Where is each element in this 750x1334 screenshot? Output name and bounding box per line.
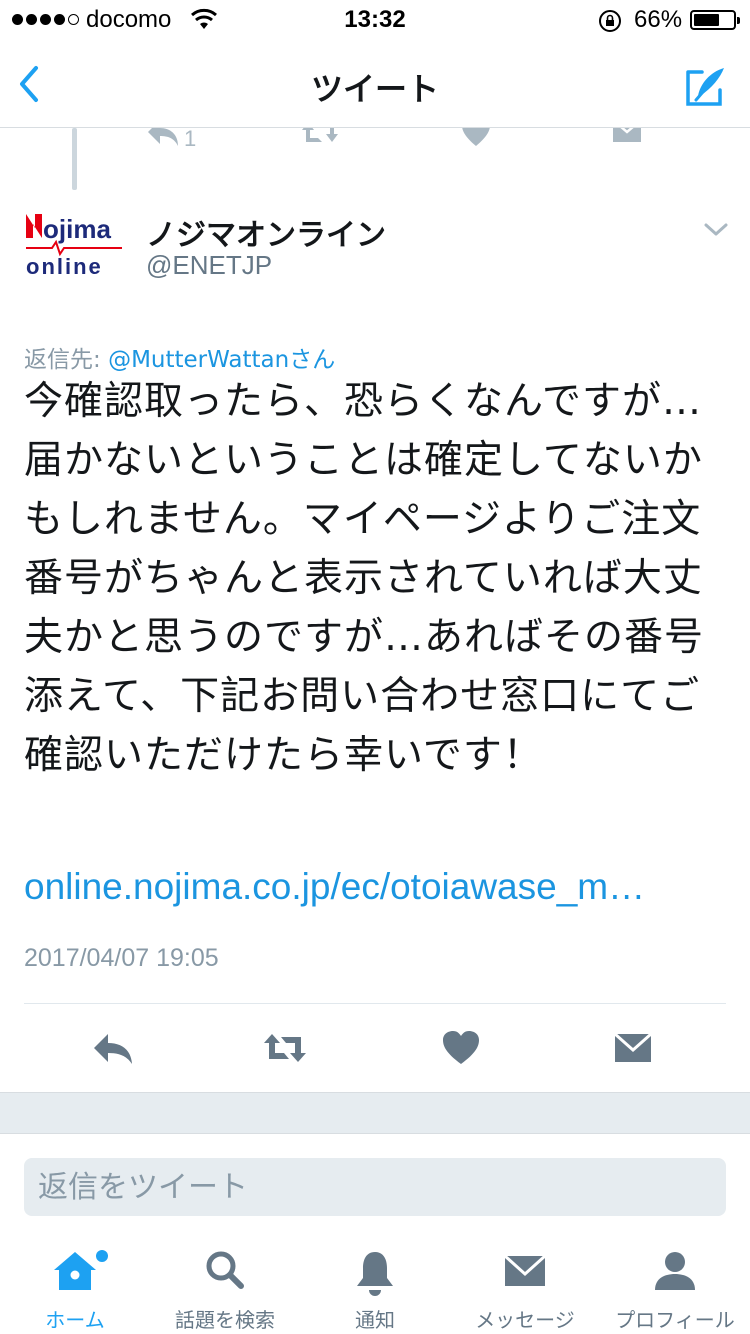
thread-connector-line (72, 128, 77, 190)
reply-context-label: 返信先: (24, 347, 109, 373)
tab-home[interactable]: ホーム (0, 1240, 150, 1334)
tab-label: ホーム (45, 1308, 105, 1332)
chevron-down-icon (704, 223, 728, 236)
like-button[interactable] (438, 1028, 484, 1068)
bell-icon (357, 1252, 393, 1296)
battery-icon (690, 10, 740, 30)
retweet-icon (302, 128, 338, 142)
user-handle[interactable]: @ENETJP (146, 250, 272, 281)
tweet-more-options-button[interactable] (702, 220, 730, 240)
tab-bar: ホーム 話題を検索 通知 メッセージ プロフィール (0, 1240, 750, 1334)
avatar[interactable]: ojima online (24, 210, 124, 280)
svg-text:online: online (26, 254, 103, 279)
tab-label: プロフィール (615, 1308, 735, 1332)
retweet-button[interactable] (262, 1028, 308, 1068)
search-icon (206, 1251, 244, 1289)
envelope-icon (614, 1032, 652, 1062)
reply-icon (148, 128, 178, 146)
compose-tweet-button[interactable] (684, 64, 728, 108)
heart-icon (443, 1031, 479, 1064)
tab-search[interactable]: 話題を検索 (150, 1240, 300, 1334)
navigation-bar: ツイート (0, 40, 750, 128)
tab-label: 通知 (355, 1308, 395, 1332)
person-icon (655, 1252, 695, 1290)
previous-tweet-retweet-button[interactable] (300, 128, 340, 152)
envelope-icon (613, 128, 641, 142)
direct-message-button[interactable] (610, 1028, 656, 1068)
previous-tweet-like-button[interactable] (460, 128, 492, 152)
previous-tweet-reply-button[interactable]: 1 (146, 128, 206, 152)
status-bar: docomo 13:32 66% (0, 0, 750, 40)
reply-context: 返信先: @MutterWattanさん (24, 340, 335, 374)
retweet-icon (264, 1034, 306, 1062)
compose-tweet-icon (686, 68, 724, 106)
tab-notifications[interactable]: 通知 (300, 1240, 450, 1334)
reply-icon (94, 1034, 132, 1064)
home-icon (54, 1252, 96, 1290)
display-name[interactable]: ノジマオンライン (146, 210, 386, 254)
previous-tweet-dm-button[interactable] (612, 128, 642, 152)
envelope-icon (503, 1254, 547, 1286)
reply-to-user-link[interactable]: @MutterWattanさん (108, 347, 335, 373)
reply-tweet-input[interactable] (36, 1166, 710, 1208)
page-title: ツイート (310, 70, 439, 108)
tab-messages[interactable]: メッセージ (450, 1240, 600, 1334)
heart-icon (462, 128, 490, 146)
tweet-text: 今確認取ったら、恐らくなんですが…届かないということは確定してないかもしれません… (24, 379, 705, 778)
reply-box[interactable] (24, 1158, 726, 1216)
reply-button[interactable] (90, 1028, 136, 1068)
tweet-timestamp: 2017/04/07 19:05 (24, 944, 219, 972)
battery-percent: 66% (634, 6, 683, 33)
section-separator (0, 1092, 750, 1134)
nojima-online-logo: ojima online (26, 214, 122, 279)
tab-label: メッセージ (475, 1308, 575, 1332)
tab-profile[interactable]: プロフィール (600, 1240, 750, 1334)
previous-tweet-reply-count: 1 (184, 128, 197, 151)
divider (24, 1003, 726, 1004)
rotation-lock-icon (599, 10, 621, 32)
tab-label: 話題を検索 (175, 1308, 275, 1332)
notification-dot (96, 1250, 108, 1262)
tweet-url-link[interactable]: online.nojima.co.jp/ec/otoiawase_m… (24, 866, 645, 908)
svg-text:ojima: ojima (43, 214, 111, 244)
